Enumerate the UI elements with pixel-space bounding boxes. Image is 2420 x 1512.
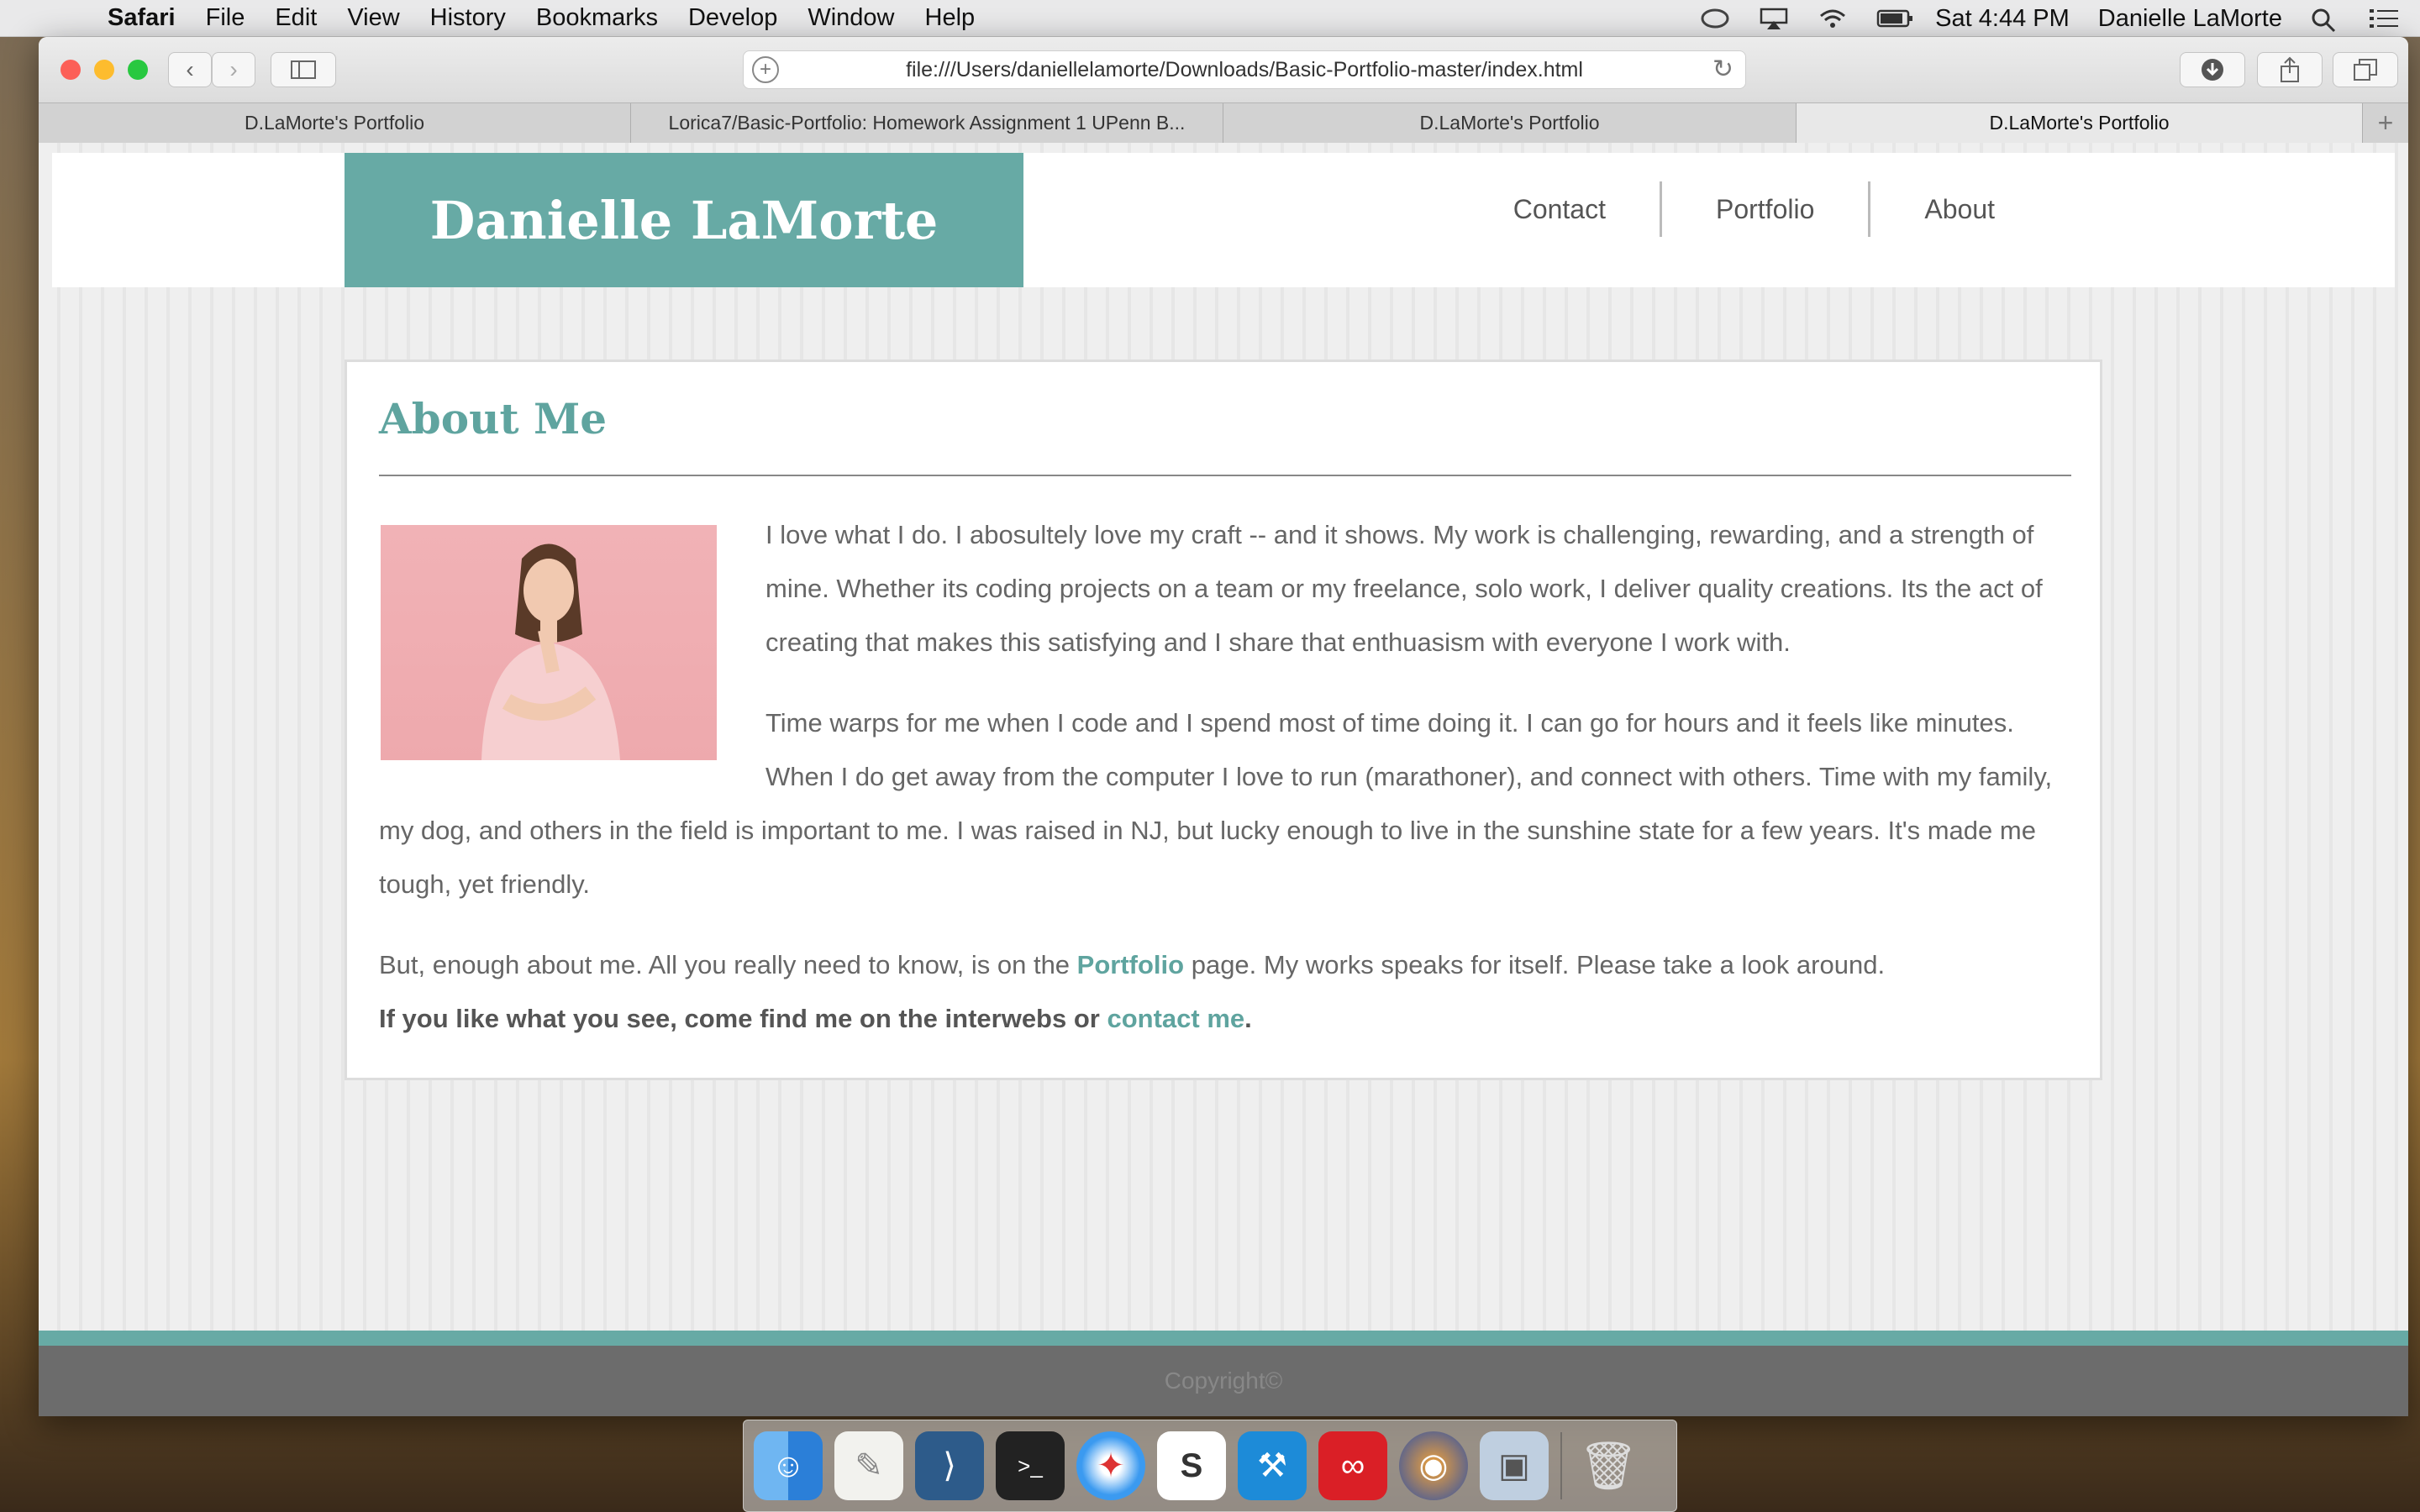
dock: ☺ ✎ ⟩ >_ ✦ S ⚒ ∞ ◉ ▣ 🗑 bbox=[743, 1420, 1677, 1512]
tab-bar: D.LaMorte's Portfolio Lorica7/Basic-Port… bbox=[39, 102, 2408, 143]
contact-me-link[interactable]: contact me bbox=[1107, 1004, 1244, 1033]
close-window-button[interactable] bbox=[60, 60, 81, 80]
chevron-right-icon: › bbox=[229, 56, 238, 82]
zoom-window-button[interactable] bbox=[128, 60, 148, 80]
plus-icon: + bbox=[2377, 108, 2394, 138]
about-card: About Me I love what I do. I abosultely … bbox=[345, 360, 2102, 1080]
web-page: Danielle LaMorte Contact Portfolio About… bbox=[39, 143, 2408, 1416]
menu-app-safari[interactable]: Safari bbox=[92, 4, 191, 32]
site-brand[interactable]: Danielle LaMorte bbox=[345, 153, 1023, 287]
menu-window[interactable]: Window bbox=[792, 4, 909, 32]
site-footer: Copyright© bbox=[39, 1331, 2408, 1416]
share-icon bbox=[2281, 56, 2299, 82]
downloads-button[interactable] bbox=[2180, 52, 2245, 87]
about-text: I love what I do. I abosultely love my c… bbox=[379, 508, 2073, 1073]
sidebar-toggle-button[interactable] bbox=[271, 52, 336, 87]
contact-cta: If you like what you see, come find me o… bbox=[379, 992, 2073, 1046]
safari-icon[interactable]: ✦ bbox=[1076, 1431, 1145, 1500]
browser-tab[interactable]: Lorica7/Basic-Portfolio: Homework Assign… bbox=[631, 103, 1223, 143]
window-controls bbox=[60, 60, 148, 80]
paragraph-text: . bbox=[1244, 1004, 1252, 1033]
menu-develop[interactable]: Develop bbox=[673, 4, 792, 32]
tab-title: D.LaMorte's Portfolio bbox=[1989, 112, 2170, 134]
tab-title: D.LaMorte's Portfolio bbox=[1419, 112, 1600, 134]
nav-about-link[interactable]: About bbox=[1870, 181, 2049, 237]
site-header: Danielle LaMorte Contact Portfolio About bbox=[52, 153, 2395, 287]
spotlight-search-icon[interactable] bbox=[2311, 8, 2341, 33]
nav-portfolio-link[interactable]: Portfolio bbox=[1662, 181, 1868, 237]
browser-tab-active[interactable]: D.LaMorte's Portfolio bbox=[1797, 103, 2363, 143]
address-bar[interactable]: + file:///Users/daniellelamorte/Download… bbox=[743, 50, 1746, 89]
dock-divider bbox=[1560, 1432, 1562, 1499]
chevron-left-icon: ‹ bbox=[186, 56, 194, 82]
browser-tab[interactable]: D.LaMorte's Portfolio bbox=[39, 103, 631, 143]
sidebar-icon bbox=[291, 60, 316, 79]
share-button[interactable] bbox=[2257, 52, 2323, 87]
menu-view[interactable]: View bbox=[332, 4, 414, 32]
notification-center-icon[interactable] bbox=[2370, 8, 2400, 29]
paragraph-text: page. My works speaks for itself. Please… bbox=[1184, 950, 1886, 979]
browser-toolbar: ‹ › + file:///Users/daniellelamorte/Down… bbox=[39, 37, 2408, 102]
about-paragraph: But, enough about me. All you really nee… bbox=[379, 938, 2073, 992]
menubar-clock[interactable]: Sat 4:44 PM bbox=[1935, 5, 2070, 33]
reload-icon[interactable]: ↻ bbox=[1712, 55, 1733, 84]
tabs-icon bbox=[2354, 59, 2377, 81]
menu-bar: Safari File Edit View History Bookmarks … bbox=[0, 0, 2420, 37]
menu-history[interactable]: History bbox=[415, 4, 521, 32]
menu-help[interactable]: Help bbox=[910, 4, 991, 32]
paragraph-text: If you like what you see, come find me o… bbox=[379, 1004, 1107, 1033]
textedit-icon[interactable]: ✎ bbox=[834, 1431, 903, 1500]
forward-button[interactable]: › bbox=[212, 52, 255, 87]
tab-title: Lorica7/Basic-Portfolio: Homework Assign… bbox=[668, 112, 1186, 134]
finder-icon[interactable]: ☺ bbox=[754, 1431, 823, 1500]
creative-cloud-app-icon[interactable]: ∞ bbox=[1318, 1431, 1387, 1500]
url-text[interactable]: file:///Users/daniellelamorte/Downloads/… bbox=[906, 58, 1583, 82]
photo-spacer bbox=[379, 508, 765, 760]
menu-bookmarks[interactable]: Bookmarks bbox=[521, 4, 673, 32]
trash-icon[interactable]: 🗑 bbox=[1574, 1431, 1643, 1500]
portfolio-link[interactable]: Portfolio bbox=[1077, 950, 1184, 979]
tab-title: D.LaMorte's Portfolio bbox=[244, 112, 425, 134]
wifi-icon[interactable] bbox=[1818, 8, 1848, 29]
menu-edit[interactable]: Edit bbox=[260, 4, 332, 32]
terminal-icon[interactable]: >_ bbox=[996, 1431, 1065, 1500]
preview-icon[interactable]: ▣ bbox=[1480, 1431, 1549, 1500]
menubar-user[interactable]: Danielle LaMorte bbox=[2098, 5, 2282, 33]
creative-cloud-icon[interactable] bbox=[1700, 8, 1730, 29]
add-bookmark-icon[interactable]: + bbox=[752, 56, 779, 83]
about-heading: About Me bbox=[379, 394, 608, 444]
browser-window: ‹ › + file:///Users/daniellelamorte/Down… bbox=[39, 37, 2408, 1416]
copyright-text: Copyright© bbox=[1164, 1368, 1283, 1394]
new-tab-button[interactable]: + bbox=[2363, 103, 2408, 143]
tab-overview-button[interactable] bbox=[2333, 52, 2398, 87]
paragraph-text: But, enough about me. All you really nee… bbox=[379, 950, 1077, 979]
xcode-icon[interactable]: ⚒ bbox=[1238, 1431, 1307, 1500]
browser-tab[interactable]: D.LaMorte's Portfolio bbox=[1223, 103, 1797, 143]
airplay-icon[interactable] bbox=[1759, 8, 1789, 29]
nav-contact-link[interactable]: Contact bbox=[1460, 181, 1660, 237]
battery-icon[interactable] bbox=[1876, 8, 1913, 29]
heading-divider bbox=[379, 475, 2071, 476]
firefox-icon[interactable]: ◉ bbox=[1399, 1431, 1468, 1500]
download-icon bbox=[2202, 59, 2223, 81]
site-nav: Contact Portfolio About bbox=[1460, 181, 2049, 237]
back-button[interactable]: ‹ bbox=[168, 52, 212, 87]
menu-file[interactable]: File bbox=[191, 4, 260, 32]
slack-icon[interactable]: S bbox=[1157, 1431, 1226, 1500]
vscode-icon[interactable]: ⟩ bbox=[915, 1431, 984, 1500]
minimize-window-button[interactable] bbox=[94, 60, 114, 80]
